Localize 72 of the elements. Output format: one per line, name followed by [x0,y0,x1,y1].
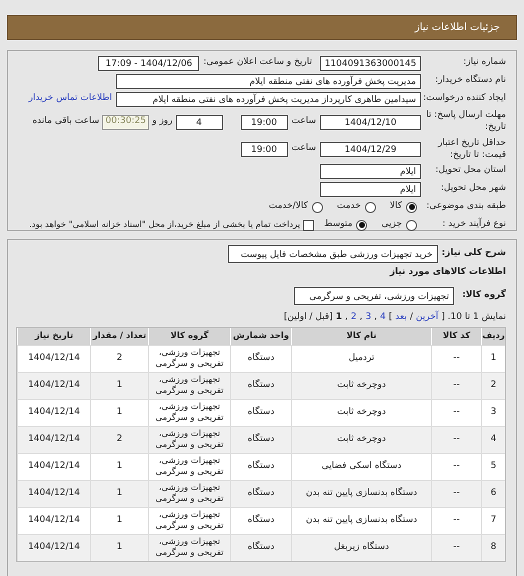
radio-label: متوسط [324,218,352,232]
field-label: استان محل تحویل: [434,164,506,178]
header-title: جزئیات اطلاعات نیاز [414,21,500,35]
table-cell: 1 [90,535,148,561]
contact-link[interactable]: اطلاعات تماس خریدار [28,92,112,106]
field-label: نوع فرآیند خرید : [441,218,506,232]
radio-label: جزیی [381,218,402,232]
radio-label: کالا/خدمت [268,200,308,214]
field-label: طبقه بندی موضوعی: [425,200,506,214]
column-header: تاریخ نیاز [17,328,90,345]
input-field[interactable]: ایلام [320,182,421,196]
radio-label: کالا [390,200,402,214]
input-field[interactable]: ایلام [320,164,421,178]
field-label: تاریخ و ساعت اعلان عمومی: [203,56,312,70]
pagination-link[interactable]: 2 [350,311,357,325]
input-field[interactable]: 19:00 [240,142,288,156]
table-cell: دستگاه [230,535,291,561]
pagination-text: , [344,311,348,324]
field-label: مهلت ارسال پاسخ: تا تاریخ: [425,109,506,133]
field-label: روز و [152,115,172,128]
input-field[interactable]: مدیریت پخش فرآورده های نفتی منطقه ایلام [116,74,421,88]
pagination-text: / [410,311,413,324]
radio-button[interactable] [406,202,417,212]
column-header: نام کالا [291,328,431,345]
input-field[interactable]: 1404/12/06 - 17:09 [98,56,200,70]
time-remaining-field: 00:30:25 [102,114,150,130]
radio-label: خدمت [336,200,361,214]
pagination-text: , [360,311,362,324]
field-label: گروه کالا: [461,289,506,302]
pagination-text: ] [388,311,392,324]
table-cell: 1404/12/14 [17,535,90,561]
input-field[interactable]: 1404/12/10 [320,114,421,130]
pagination-link[interactable]: 3 [365,311,372,325]
column-header: کد کالا [431,328,481,345]
field-label: ساعت [292,115,316,128]
checkbox-label: پرداخت تمام یا بخشی از مبلغ خرید،از محل "اسناد خزانه اسلامی" خواهد بود. [29,218,300,232]
pagination-link[interactable]: آخرین [416,311,438,325]
column-header: تعداد / مقدار [90,328,148,345]
input-field[interactable]: 1404/12/29 [320,142,421,156]
field-label: ساعت باقی مانده [32,115,100,128]
input-field[interactable]: خرید تجهیزات ورزشی طبق مشخصات فایل پیوست [228,245,438,263]
radio-button[interactable] [406,220,417,230]
input-field[interactable]: تجهیزات ورزشی، تفریحی و سرگرمی [294,287,454,305]
table-cell: تجهیزات ورزشی، تفریحی و سرگرمی [148,535,230,561]
pagination-link[interactable]: 4 [380,311,386,325]
field-label: ایجاد کننده درخواست: [422,92,506,106]
table-cell: دستگاه زیربغل [291,535,431,561]
input-field[interactable]: 4 [176,114,222,130]
current-page: 1 [336,311,342,324]
field-label: شهر محل تحویل: [440,182,506,196]
radio-button[interactable] [356,220,368,230]
column-header: ردیف [481,328,505,345]
radio-button[interactable] [364,202,376,212]
pagination-text: , [374,311,378,324]
pagination-text: [قبل / اولین] [284,311,333,324]
field-label: ساعت [292,142,316,156]
radio-button[interactable] [312,202,323,212]
section-title: اطلاعات کالاهای مورد نیاز [390,266,506,280]
field-label: شرح کلی نیاز: [442,247,506,260]
input-field[interactable]: 1104091363000145 [320,56,421,70]
column-header: گروه کالا [148,328,230,345]
pagination-link[interactable]: بعد [395,311,407,325]
input-field[interactable]: 19:00 [240,114,288,130]
checkbox[interactable] [303,220,314,230]
table-cell: 8 [481,535,505,561]
table-cell: -- [431,535,481,561]
field-label: شماره نیاز: [462,56,506,70]
pagination-text: نمایش 1 تا 10. [ [441,311,506,324]
field-label: نام دستگاه خریدار: [434,74,506,88]
input-field[interactable]: سیدامین طاهری کارپرداز مدیریت پخش فرآورده های نفتی منطقه ایلام [116,92,421,106]
column-header: واحد شمارش [230,328,291,345]
field-label: حداقل تاریخ اعتبار قیمت: تا تاریخ: [436,137,506,161]
